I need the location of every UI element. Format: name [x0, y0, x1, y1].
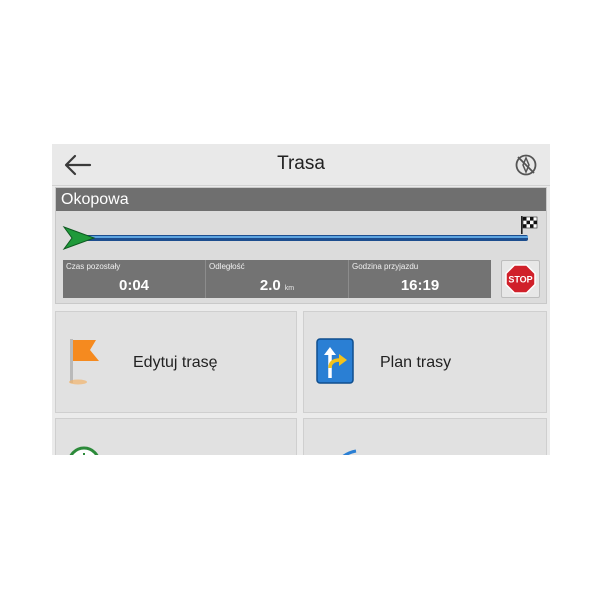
header: Trasa	[52, 144, 550, 186]
arrival-label: Godzina przyjazdu	[352, 262, 419, 271]
route-option-tile-4[interactable]	[303, 418, 547, 455]
stop-navigation-button[interactable]: STOP	[501, 260, 540, 298]
arrival-value: 16:19	[400, 277, 440, 294]
distance-label: Odległość	[209, 262, 245, 271]
compass-button[interactable]	[514, 153, 538, 177]
time-left-label: Czas pozostały	[66, 262, 121, 271]
stop-sign-text: STOP	[508, 275, 532, 285]
edit-route-button[interactable]: Edytuj trasę	[55, 311, 297, 413]
route-info-panel: Okopowa Czas pozostały 0:04 Odległość 2.…	[55, 187, 547, 304]
time-left-stat: Czas pozostały 0:04	[63, 260, 206, 298]
route-screen: Trasa Okopowa Czas pozostały 0:04 Odległ…	[52, 144, 550, 455]
distance-stat: Odległość 2.0 km	[206, 260, 349, 298]
trip-stats: Czas pozostały 0:04 Odległość 2.0 km Godz…	[63, 260, 491, 298]
clock-icon	[69, 446, 99, 455]
orange-flag-icon	[69, 339, 99, 385]
route-option-tile-3[interactable]	[55, 418, 297, 455]
stop-sign-icon: STOP	[505, 264, 536, 294]
route-plan-button[interactable]: Plan trasy	[303, 311, 547, 413]
route-plan-icon	[316, 338, 354, 384]
route-progress-bar	[74, 235, 528, 241]
back-button[interactable]	[62, 152, 94, 178]
page-title: Trasa	[277, 153, 325, 174]
finish-flag-icon	[521, 216, 538, 234]
route-plan-label: Plan trasy	[380, 354, 452, 371]
distance-unit: km	[284, 285, 295, 292]
compass-off-icon	[515, 154, 537, 176]
distance-value: 2.0	[259, 277, 281, 294]
route-settings-icon	[342, 449, 357, 455]
time-left-value: 0:04	[118, 277, 150, 294]
start-arrow-icon	[62, 225, 96, 251]
arrow-left-icon	[64, 154, 92, 176]
street-name: Okopowa	[56, 188, 546, 211]
edit-route-label: Edytuj trasę	[133, 354, 218, 371]
arrival-stat: Godzina przyjazdu 16:19	[349, 260, 491, 298]
